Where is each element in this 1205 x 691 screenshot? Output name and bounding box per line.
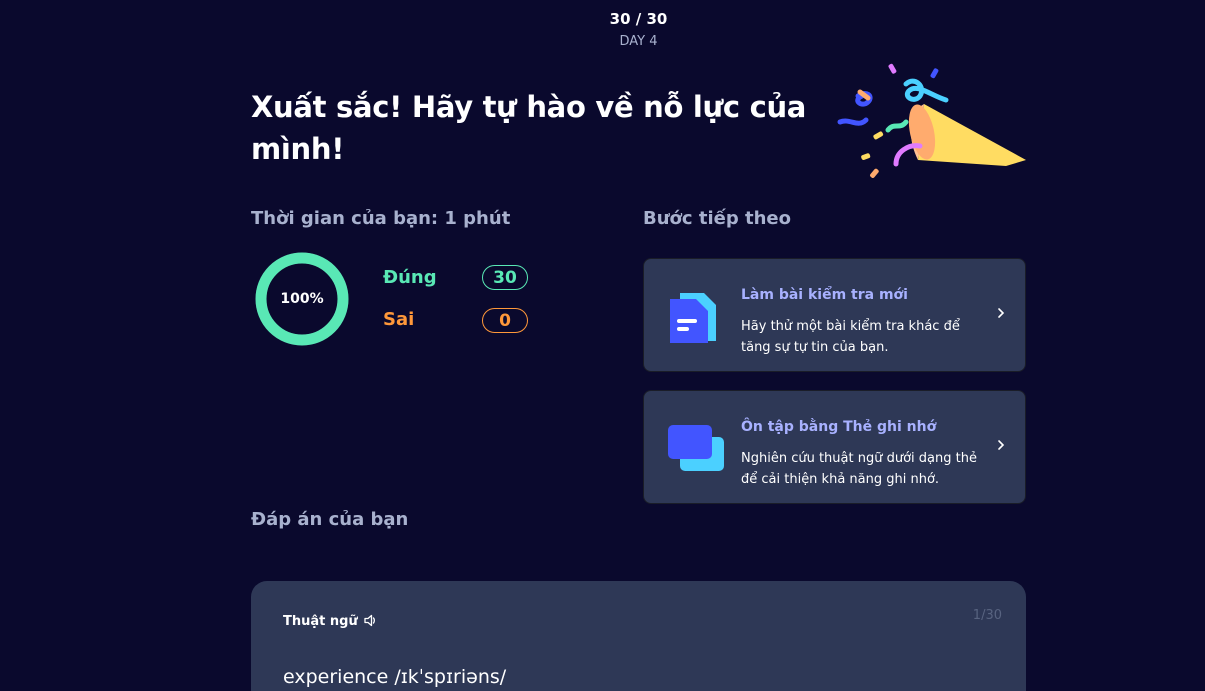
speaker-icon[interactable] bbox=[363, 613, 378, 628]
term-label: Thuật ngữ bbox=[283, 614, 358, 629]
results-page: 30 / 30 DAY 4 Xuất sắc! Hãy tự hào về nỗ… bbox=[0, 0, 1205, 691]
page-title: Xuất sắc! Hãy tự hào về nỗ lực của mình! bbox=[251, 90, 807, 166]
answer-card: Thuật ngữ 1/30 experience /ɪkˈspɪriəns/ bbox=[251, 581, 1026, 691]
flashcards-title: Ôn tập bằng Thẻ ghi nhớ bbox=[741, 419, 937, 435]
correct-count: 30 bbox=[482, 265, 528, 290]
score-percent: 100% bbox=[280, 291, 324, 307]
incorrect-label: Sai bbox=[383, 309, 415, 330]
progress-day: DAY 4 bbox=[619, 34, 658, 49]
incorrect-count: 0 bbox=[482, 308, 528, 333]
correct-label: Đúng bbox=[383, 267, 437, 288]
flashcards-description: Nghiên cứu thuật ngữ dưới dạng thẻ để cả… bbox=[741, 451, 977, 487]
chevron-right-icon bbox=[998, 308, 1005, 318]
answer-counter: 1/30 bbox=[972, 608, 1002, 623]
next-steps-heading: Bước tiếp theo bbox=[643, 208, 791, 229]
new-test-description: Hãy thử một bài kiểm tra khác để tăng sự… bbox=[741, 319, 960, 355]
progress-count: 30 / 30 bbox=[609, 10, 668, 28]
party-popper-icon bbox=[837, 63, 1026, 178]
term-text: experience /ɪkˈspɪriəns/ bbox=[283, 666, 507, 688]
new-test-title: Làm bài kiểm tra mới bbox=[741, 287, 908, 303]
new-test-card[interactable]: Làm bài kiểm tra mới Hãy thử một bài kiể… bbox=[643, 258, 1026, 372]
time-heading: Thời gian của bạn: 1 phút bbox=[251, 208, 511, 229]
test-document-icon bbox=[670, 293, 716, 343]
answers-heading: Đáp án của bạn bbox=[251, 509, 409, 530]
flashcards-icon bbox=[668, 425, 724, 471]
chevron-right-icon bbox=[998, 440, 1005, 450]
flashcards-card[interactable]: Ôn tập bằng Thẻ ghi nhớ Nghiên cứu thuật… bbox=[643, 390, 1026, 504]
